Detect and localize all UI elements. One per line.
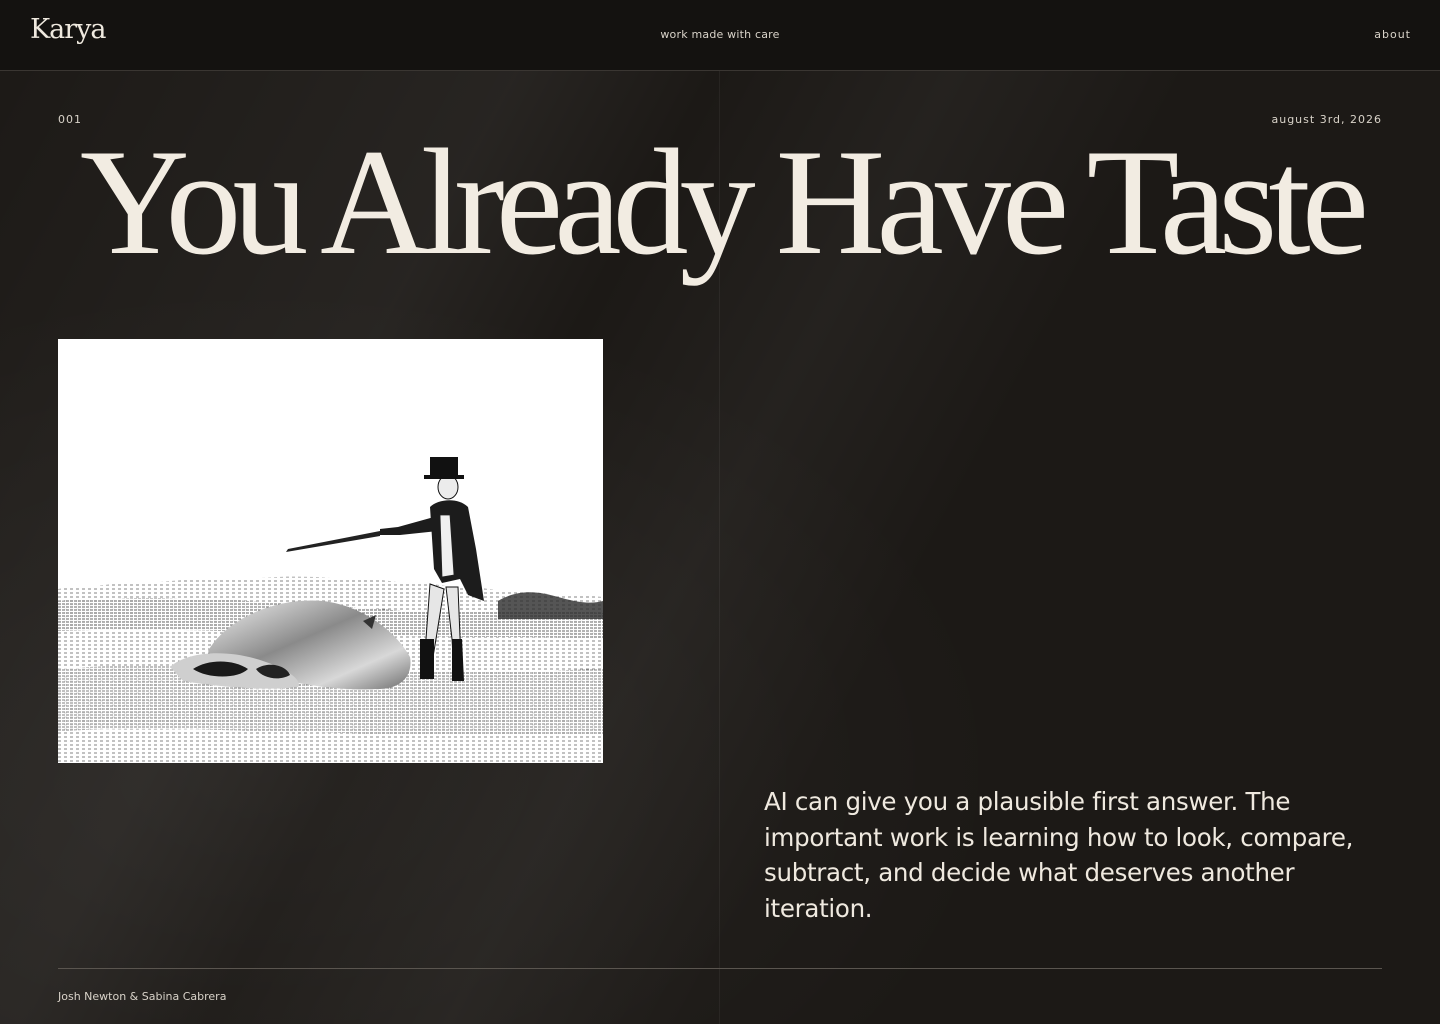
- hero-illustration: [58, 339, 603, 763]
- about-link[interactable]: about: [1374, 28, 1411, 41]
- top-bar: Karya work made with care about: [0, 0, 1440, 71]
- footer-divider: [58, 968, 1382, 969]
- page-title: You Already Have Taste: [79, 118, 1369, 286]
- engraving-man-with-whale: [58, 457, 603, 763]
- intro-paragraph: AI can give you a plausible first answer…: [764, 787, 1354, 923]
- site-tagline: work made with care: [660, 28, 780, 41]
- author-credits: Josh Newton & Sabina Cabrera: [58, 990, 227, 1003]
